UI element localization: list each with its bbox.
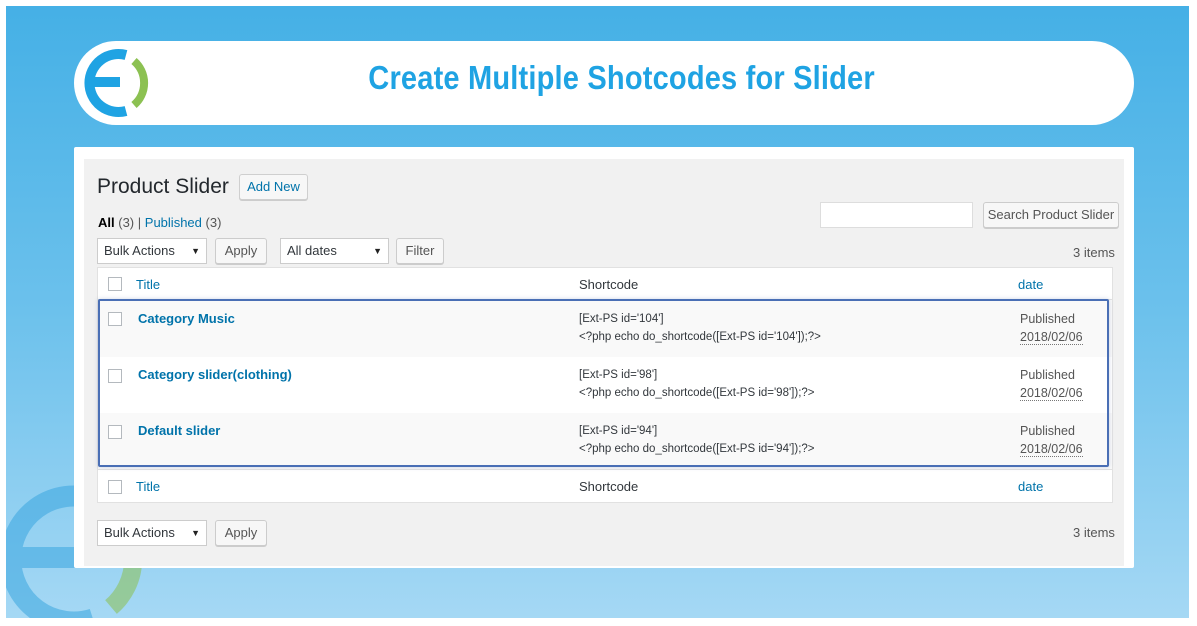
column-shortcode-header: Shortcode [579,277,639,292]
select-all-checkbox[interactable] [108,277,122,291]
column-title-footer[interactable]: Title [136,479,160,494]
view-separator: | [137,215,142,230]
column-date-header[interactable]: date [1018,277,1043,292]
items-count-bottom: 3 items [1073,525,1115,540]
search-button[interactable]: Search Product Slider [983,202,1119,228]
table-header: Title Shortcode date [98,268,1112,300]
column-title-header[interactable]: Title [136,277,160,292]
header-banner: Create Multiple Shotcodes for Slider [74,41,1134,125]
column-shortcode-footer: Shortcode [579,479,639,494]
dropdown-arrow-icon: ▼ [191,246,200,256]
page-title: Product Slider [97,175,229,198]
banner-title: Create Multiple Shotcodes for Slider [368,59,875,96]
view-all-link[interactable]: All [98,215,115,230]
table-footer: Title Shortcode date [98,470,1112,502]
rows-highlight-box [98,299,1109,467]
view-published-link[interactable]: Published [145,215,202,230]
bulk-actions-select-bottom[interactable]: Bulk Actions ▼ [97,520,207,546]
filter-button[interactable]: Filter [396,238,444,264]
items-count-top: 3 items [1073,245,1115,260]
view-all-count: (3) [118,215,135,230]
column-date-footer[interactable]: date [1018,479,1043,494]
search-input[interactable] [820,202,973,228]
add-new-button[interactable]: Add New [239,174,308,200]
dates-select[interactable]: All dates ▼ [280,238,389,264]
dates-value: All dates [287,243,337,258]
dropdown-arrow-icon: ▼ [191,528,200,538]
dropdown-arrow-icon: ▼ [373,246,382,256]
apply-button-bottom[interactable]: Apply [215,520,267,546]
apply-button-top[interactable]: Apply [215,238,267,264]
select-all-checkbox-footer[interactable] [108,480,122,494]
bulk-actions-value: Bulk Actions [104,525,175,540]
view-published-count: (3) [205,215,222,230]
bulk-actions-value: Bulk Actions [104,243,175,258]
bulk-actions-select-top[interactable]: Bulk Actions ▼ [97,238,207,264]
status-views: All (3) | Published (3) [98,215,221,230]
